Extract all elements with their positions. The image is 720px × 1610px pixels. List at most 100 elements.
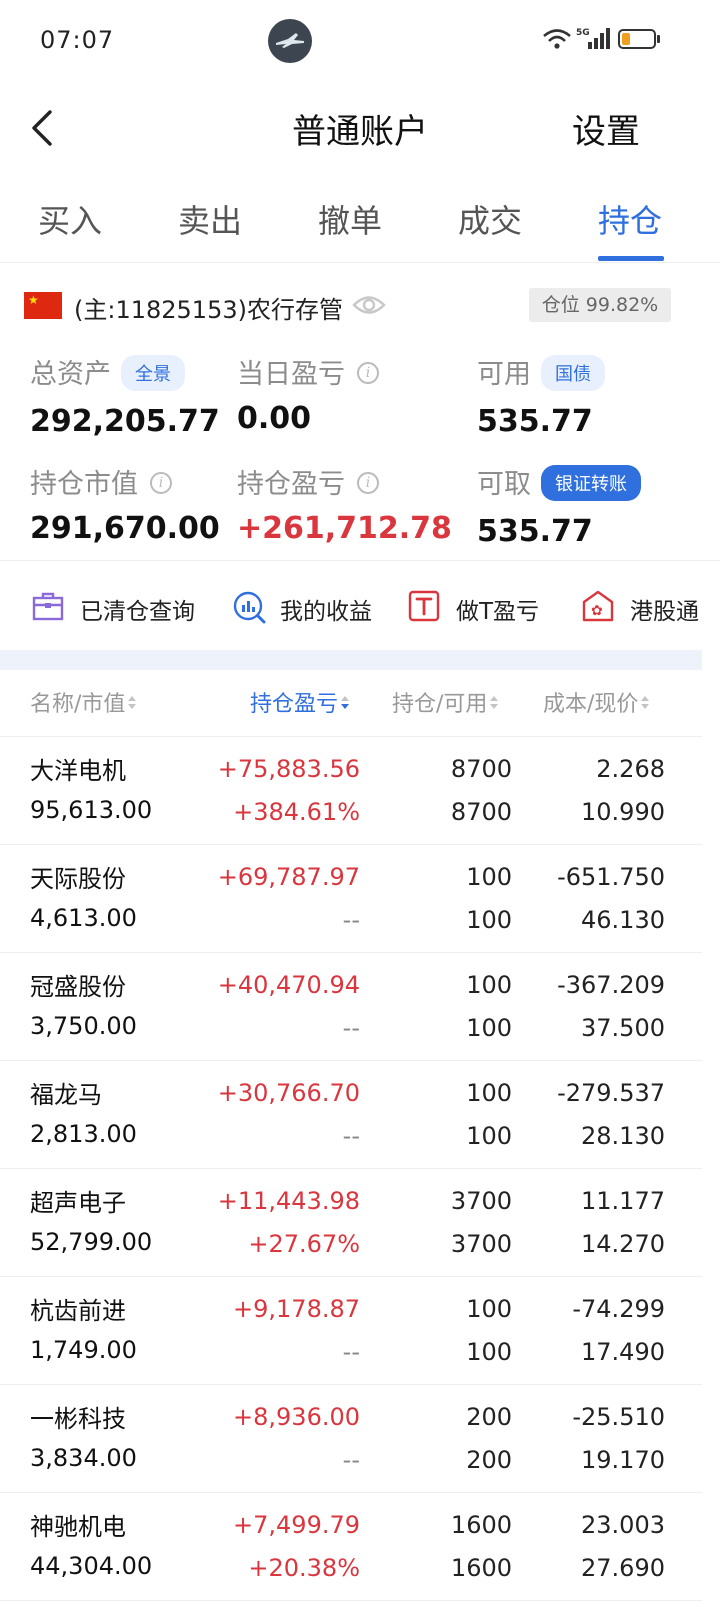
market-value: 2,813.00 — [30, 1120, 137, 1148]
battery-icon — [618, 29, 656, 49]
positions-table-header: 名称/市值 持仓盈亏 持仓/可用 成本/现价 — [0, 680, 702, 737]
my-earnings[interactable]: 我的收益 — [232, 586, 392, 630]
pl-percent: -- — [342, 1338, 360, 1366]
market-value: 44,304.00 — [30, 1552, 153, 1580]
current-price: 19.170 — [581, 1446, 665, 1474]
sort-icon — [489, 695, 499, 711]
table-row[interactable]: 一彬科技 3,834.00 +8,936.00 -- 200 200 -25.5… — [0, 1385, 702, 1493]
current-price: 14.270 — [581, 1230, 665, 1258]
cost-price: 11.177 — [581, 1187, 665, 1215]
divider — [0, 560, 720, 561]
status-bar: 07:07 5G — [0, 0, 720, 84]
pl-percent: -- — [342, 1122, 360, 1150]
table-row[interactable]: 福龙马 2,813.00 +30,766.70 -- 100 100 -279.… — [0, 1061, 702, 1169]
trade-tabs: 买入 卖出 撤单 成交 持仓 — [0, 184, 720, 263]
pl-percent: +384.61% — [233, 798, 360, 826]
pl-percent: -- — [342, 906, 360, 934]
nav-header: 普通账户 设置 — [0, 84, 720, 174]
col-position-pl[interactable]: 持仓盈亏 — [250, 686, 350, 718]
tab-sell[interactable]: 卖出 — [178, 196, 242, 242]
account-label[interactable]: (主:11825153)农行存管 — [74, 290, 343, 325]
market-value: 52,799.00 — [30, 1228, 153, 1256]
current-price: 27.690 — [581, 1554, 665, 1582]
stock-name: 福龙马 — [30, 1081, 102, 1109]
position-pl: +30,766.70 — [217, 1079, 360, 1107]
position-ratio-badge: 仓位 99.82% — [529, 288, 671, 322]
tools-row: 已清仓查询 我的收益 做T盈亏 ✿ 港股通 — [0, 578, 720, 636]
position-pl: +9,178.87 — [233, 1295, 360, 1323]
settings-button[interactable]: 设置 — [572, 104, 640, 153]
available-qty: 100 — [466, 1338, 512, 1366]
position-pl: +75,883.56 — [217, 755, 360, 783]
sort-icon — [127, 695, 137, 711]
svg-text:✿: ✿ — [591, 603, 603, 619]
table-row[interactable]: 天际股份 4,613.00 +69,787.97 -- 100 100 -651… — [0, 845, 702, 953]
sort-desc-icon — [340, 695, 350, 711]
position-pl: +11,443.98 — [217, 1187, 360, 1215]
available-qty: 8700 — [450, 798, 512, 826]
hold-qty: 200 — [466, 1403, 512, 1431]
stock-name: 一彬科技 — [30, 1405, 126, 1433]
hk-connect[interactable]: ✿ 港股通 — [582, 586, 720, 630]
tab-cancel-order[interactable]: 撤单 — [318, 196, 382, 242]
positions-list: 大洋电机 95,613.00 +75,883.56 +384.61% 8700 … — [0, 737, 702, 1601]
eye-icon[interactable] — [352, 292, 386, 318]
tab-indicator — [598, 256, 664, 261]
info-icon[interactable]: i — [357, 471, 379, 494]
hold-qty: 8700 — [450, 755, 512, 783]
section-separator — [0, 650, 702, 670]
info-icon[interactable]: i — [357, 361, 379, 384]
current-price: 37.500 — [581, 1014, 665, 1042]
total-assets: 总资产 全景 292,205.77 — [30, 352, 220, 439]
cost-price: -74.299 — [572, 1295, 665, 1323]
chart-search-icon — [233, 591, 266, 624]
table-row[interactable]: 神驰机电 44,304.00 +7,499.79 +20.38% 1600 16… — [0, 1493, 702, 1601]
withdrawable-funds: 可取 银证转账 535.77 — [477, 462, 641, 549]
stock-name: 大洋电机 — [30, 757, 126, 785]
cleared-positions-query[interactable]: 已清仓查询 — [32, 586, 212, 630]
current-price: 46.130 — [581, 906, 665, 934]
tab-buy[interactable]: 买入 — [38, 196, 102, 242]
available-qty: 200 — [466, 1446, 512, 1474]
account-row: ★ (主:11825153)农行存管 仓位 99.82% — [0, 280, 720, 334]
stock-name: 天际股份 — [30, 865, 126, 893]
hold-qty: 100 — [466, 1295, 512, 1323]
t-box-icon — [408, 590, 440, 622]
tab-deals[interactable]: 成交 — [458, 196, 522, 242]
market-value: 4,613.00 — [30, 904, 137, 932]
col-cost-price[interactable]: 成本/现价 — [543, 686, 650, 718]
cost-price: 2.268 — [596, 755, 665, 783]
available-funds: 可用 国债 535.77 — [477, 352, 605, 439]
hold-qty: 100 — [466, 971, 512, 999]
available-qty: 100 — [466, 906, 512, 934]
bank-transfer-button[interactable]: 银证转账 — [541, 464, 641, 501]
hold-qty: 100 — [466, 1079, 512, 1107]
pl-percent: +20.38% — [248, 1554, 360, 1582]
info-icon[interactable]: i — [150, 471, 172, 494]
available-qty: 1600 — [450, 1554, 512, 1582]
overview-chip[interactable]: 全景 — [121, 354, 185, 391]
table-row[interactable]: 杭齿前进 1,749.00 +9,178.87 -- 100 100 -74.2… — [0, 1277, 702, 1385]
market-value: 3,750.00 — [30, 1012, 137, 1040]
wifi-icon — [543, 29, 571, 49]
t-trade-pl[interactable]: 做T盈亏 — [408, 586, 568, 630]
sort-icon — [640, 695, 650, 711]
market-value: 1,749.00 — [30, 1336, 137, 1364]
signal-icon: 5G — [576, 28, 610, 49]
pl-percent: +27.67% — [248, 1230, 360, 1258]
tab-positions[interactable]: 持仓 — [598, 196, 662, 242]
cost-price: -367.209 — [557, 971, 665, 999]
col-name-market-value[interactable]: 名称/市值 — [30, 686, 137, 718]
table-row[interactable]: 大洋电机 95,613.00 +75,883.56 +384.61% 8700 … — [0, 737, 702, 845]
svg-text:5G: 5G — [576, 28, 590, 38]
available-qty: 3700 — [450, 1230, 512, 1258]
col-hold-available[interactable]: 持仓/可用 — [392, 686, 499, 718]
table-row[interactable]: 冠盛股份 3,750.00 +40,470.94 -- 100 100 -367… — [0, 953, 702, 1061]
stock-name: 超声电子 — [30, 1189, 126, 1217]
treasury-bond-chip[interactable]: 国债 — [541, 354, 605, 391]
table-row[interactable]: 超声电子 52,799.00 +11,443.98 +27.67% 3700 3… — [0, 1169, 702, 1277]
china-flag-icon: ★ — [24, 292, 62, 319]
available-qty: 100 — [466, 1014, 512, 1042]
available-value: 535.77 — [477, 403, 593, 439]
app-avatar-icon — [268, 19, 312, 63]
